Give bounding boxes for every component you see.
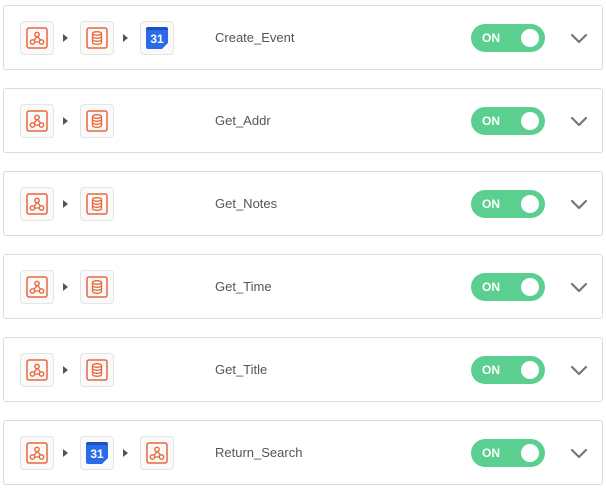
webhook-icon xyxy=(20,187,54,221)
chevron-down-icon[interactable] xyxy=(568,28,590,48)
chevron-down-icon[interactable] xyxy=(568,111,590,131)
zap-row[interactable]: Get_Title ON xyxy=(3,337,603,402)
toggle-label: ON xyxy=(482,280,500,294)
step-arrow-icon xyxy=(63,117,68,125)
storage-icon xyxy=(80,104,114,138)
step-arrow-icon xyxy=(63,200,68,208)
zap-title[interactable]: Create_Event xyxy=(215,30,295,45)
zap-toggle[interactable]: ON xyxy=(471,356,545,384)
webhook-icon xyxy=(20,353,54,387)
google-calendar-icon: 31 xyxy=(140,21,174,55)
zap-toggle[interactable]: ON xyxy=(471,107,545,135)
step-arrow-icon xyxy=(63,449,68,457)
step-arrow-icon xyxy=(63,34,68,42)
step-arrow-icon xyxy=(63,366,68,374)
storage-icon xyxy=(80,270,114,304)
step-arrow-icon xyxy=(123,34,128,42)
storage-icon xyxy=(80,353,114,387)
webhook-icon xyxy=(140,436,174,470)
toggle-knob xyxy=(521,29,539,47)
zap-row[interactable]: Get_Time ON xyxy=(3,254,603,319)
zap-row[interactable]: 31 Create_Event ON xyxy=(3,5,603,70)
zap-row[interactable]: Get_Addr ON xyxy=(3,88,603,153)
toggle-knob xyxy=(521,112,539,130)
zap-toggle[interactable]: ON xyxy=(471,273,545,301)
toggle-knob xyxy=(521,278,539,296)
toggle-knob xyxy=(521,361,539,379)
zap-title[interactable]: Return_Search xyxy=(215,445,302,460)
zap-toggle[interactable]: ON xyxy=(471,24,545,52)
zap-title[interactable]: Get_Addr xyxy=(215,113,271,128)
step-arrow-icon xyxy=(63,283,68,291)
toggle-label: ON xyxy=(482,197,500,211)
webhook-icon xyxy=(20,270,54,304)
toggle-knob xyxy=(521,195,539,213)
toggle-label: ON xyxy=(482,363,500,377)
toggle-label: ON xyxy=(482,114,500,128)
zap-toggle[interactable]: ON xyxy=(471,190,545,218)
google-calendar-icon: 31 xyxy=(80,436,114,470)
storage-icon xyxy=(80,187,114,221)
chevron-down-icon[interactable] xyxy=(568,277,590,297)
webhook-icon xyxy=(20,21,54,55)
toggle-knob xyxy=(521,444,539,462)
zap-row[interactable]: 31 Return_Search ON xyxy=(3,420,603,485)
zap-title[interactable]: Get_Notes xyxy=(215,196,277,211)
toggle-label: ON xyxy=(482,31,500,45)
webhook-icon xyxy=(20,104,54,138)
zap-title[interactable]: Get_Time xyxy=(215,279,272,294)
zap-row[interactable]: Get_Notes ON xyxy=(3,171,603,236)
chevron-down-icon[interactable] xyxy=(568,360,590,380)
step-arrow-icon xyxy=(123,449,128,457)
zap-title[interactable]: Get_Title xyxy=(215,362,267,377)
chevron-down-icon[interactable] xyxy=(568,443,590,463)
storage-icon xyxy=(80,21,114,55)
toggle-label: ON xyxy=(482,446,500,460)
zap-toggle[interactable]: ON xyxy=(471,439,545,467)
webhook-icon xyxy=(20,436,54,470)
chevron-down-icon[interactable] xyxy=(568,194,590,214)
